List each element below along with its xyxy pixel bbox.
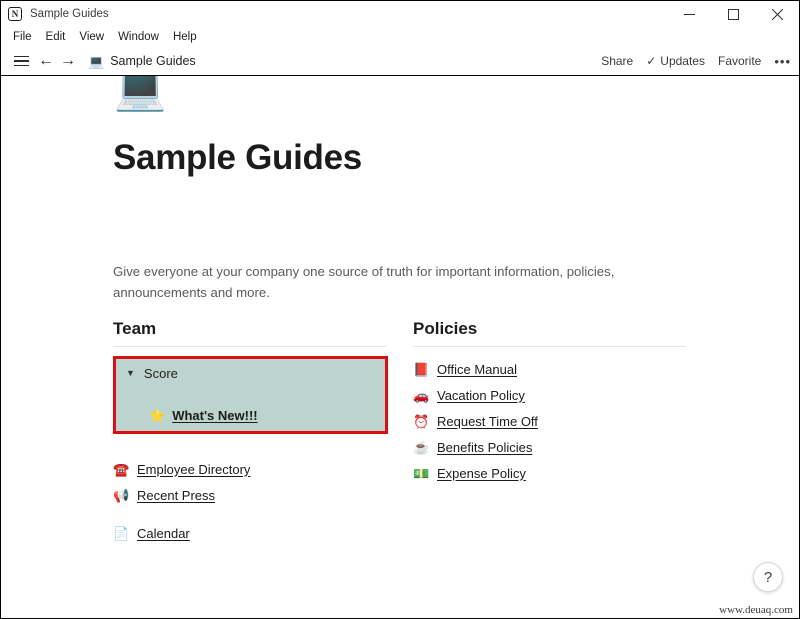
help-button[interactable]: ? (753, 562, 783, 592)
team-divider (113, 346, 386, 347)
favorite-button[interactable]: Favorite (718, 54, 761, 68)
forward-arrow-icon[interactable]: → (60, 53, 76, 69)
team-link-list: ☎️ Employee Directory 📢 Recent Press 📄 C… (113, 456, 413, 546)
menu-window[interactable]: Window (111, 27, 166, 47)
list-item[interactable]: 🚗 Vacation Policy (413, 382, 705, 408)
star-icon: ⭐ (149, 408, 166, 423)
alarm-clock-icon: ⏰ (413, 413, 430, 429)
telephone-icon: ☎️ (113, 461, 130, 477)
chevron-down-icon[interactable]: ▼ (126, 369, 135, 378)
document-icon: 📄 (113, 525, 130, 541)
whats-new-link[interactable]: What's New!!! (172, 408, 257, 423)
toggle-child-link[interactable]: ⭐ What's New!!! (149, 408, 258, 423)
check-icon: ✓ (646, 54, 657, 68)
updates-label: Updates (660, 54, 705, 68)
policies-heading: Policies (413, 319, 478, 338)
share-button[interactable]: Share (601, 54, 633, 68)
list-item[interactable]: ☕ Benefits Policies (413, 434, 705, 460)
list-item[interactable]: ☎️ Employee Directory (113, 456, 413, 482)
page-content: 💻 Sample Guides Give everyone at your co… (1, 76, 799, 618)
updates-button[interactable]: ✓ Updates (646, 54, 705, 68)
menu-help[interactable]: Help (166, 27, 204, 47)
toggle-label: Score (143, 366, 178, 381)
page-description[interactable]: Give everyone at your company one source… (113, 261, 633, 303)
menu-file[interactable]: File (6, 27, 39, 47)
column-policies: Policies 📕 Office Manual 🚗 Vacation Poli… (413, 319, 705, 546)
minimize-icon[interactable] (667, 1, 711, 27)
app-logo-icon: N (8, 7, 22, 21)
menu-bar: File Edit View Window Help (1, 27, 799, 47)
office-manual-link[interactable]: Office Manual (437, 362, 517, 377)
window-title: Sample Guides (30, 8, 109, 20)
title-bar: N Sample Guides (1, 1, 799, 27)
page-laptop-icon[interactable]: 💻 (114, 76, 166, 110)
back-arrow-icon[interactable]: ← (38, 53, 54, 69)
list-item[interactable]: 💵 Expense Policy (413, 460, 705, 486)
menu-view[interactable]: View (72, 27, 111, 47)
coffee-icon: ☕ (413, 439, 430, 455)
list-item[interactable]: 📄 Calendar (113, 520, 413, 546)
team-heading: Team (113, 319, 157, 338)
highlighted-toggle-block[interactable]: ▼ Score ⭐ What's New!!! (113, 356, 388, 434)
laptop-icon: 💻 (88, 53, 105, 69)
policies-link-list: 📕 Office Manual 🚗 Vacation Policy ⏰ Requ… (413, 356, 705, 486)
app-toolbar: ← → 💻 Sample Guides Share ✓ Updates Favo… (1, 47, 799, 76)
columns-container: Team ▼ Score ⭐ What's New!!! ☎️ Employee… (113, 319, 705, 546)
more-options-icon[interactable]: ••• (774, 54, 791, 69)
money-icon: 💵 (413, 465, 430, 481)
benefits-policies-link[interactable]: Benefits Policies (437, 440, 532, 455)
toolbar-actions: Share ✓ Updates Favorite ••• (601, 54, 791, 69)
recent-press-link[interactable]: Recent Press (137, 488, 215, 503)
expense-policy-link[interactable]: Expense Policy (437, 466, 526, 481)
breadcrumb[interactable]: Sample Guides (110, 54, 195, 68)
list-item[interactable]: 📕 Office Manual (413, 356, 705, 382)
employee-directory-link[interactable]: Employee Directory (137, 462, 250, 477)
megaphone-icon: 📢 (113, 487, 130, 503)
close-icon[interactable] (755, 1, 799, 27)
closed-book-icon: 📕 (413, 361, 430, 377)
page-title[interactable]: Sample Guides (113, 138, 362, 178)
watermark: www.deuaq.com (719, 604, 793, 616)
app-window: N Sample Guides File Edit View Window He… (0, 0, 800, 619)
list-item[interactable]: ⏰ Request Time Off (413, 408, 705, 434)
car-icon: 🚗 (413, 387, 430, 403)
policies-divider (413, 346, 686, 347)
menu-edit[interactable]: Edit (39, 27, 73, 47)
maximize-icon[interactable] (711, 1, 755, 27)
request-time-off-link[interactable]: Request Time Off (437, 414, 538, 429)
vacation-policy-link[interactable]: Vacation Policy (437, 388, 525, 403)
hamburger-icon[interactable] (10, 50, 32, 72)
calendar-link[interactable]: Calendar (137, 526, 190, 541)
list-item[interactable]: 📢 Recent Press (113, 482, 413, 508)
toggle-header[interactable]: ▼ Score (116, 359, 385, 381)
window-controls (667, 1, 799, 27)
column-team: Team ▼ Score ⭐ What's New!!! ☎️ Employee… (113, 319, 413, 546)
